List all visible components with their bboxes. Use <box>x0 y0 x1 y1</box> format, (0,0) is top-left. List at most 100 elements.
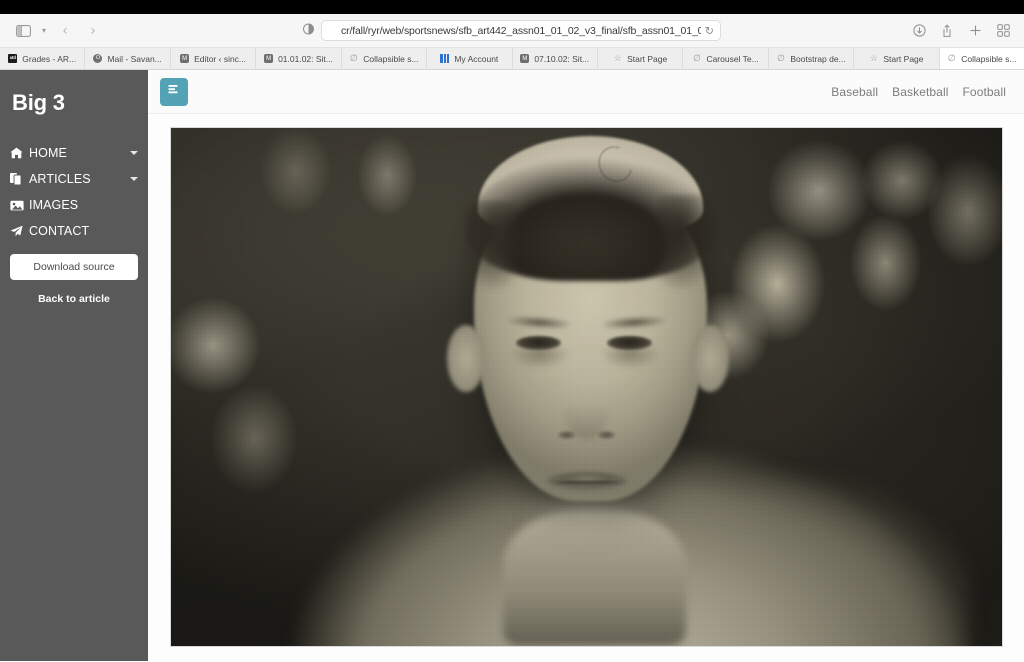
toolbar-right-group <box>910 20 1024 42</box>
tab-label: Collapsible s... <box>363 53 419 64</box>
reader-view-icon[interactable] <box>303 22 314 40</box>
downloads-icon[interactable] <box>910 20 928 42</box>
back-button[interactable]: ‹ <box>52 20 78 42</box>
tab-label: Collapsible s... <box>961 53 1017 64</box>
tab-favicon-icon: ☆ <box>869 53 878 63</box>
chevron-down-icon[interactable] <box>130 177 138 181</box>
photo-nose <box>561 350 612 439</box>
sidebar-toggle-button[interactable] <box>10 20 36 42</box>
tab-label: Grades - AR... <box>22 53 77 64</box>
tab-label: Bootstrap de... <box>790 53 846 64</box>
sidebar-item-contact[interactable]: CONTACT <box>0 218 148 244</box>
photo-nostril-left <box>558 430 575 439</box>
tab-favicon-icon: ☆ <box>613 53 622 63</box>
sidebar-item-label: ARTICLES <box>29 172 91 186</box>
tab-label: Start Page <box>883 53 924 64</box>
tab-label: Carousel Te... <box>706 53 759 64</box>
browser-tab[interactable]: O Mail - Savan... <box>85 48 171 69</box>
tab-label: Mail - Savan... <box>107 53 162 64</box>
site-sidebar: Big 3 HOME ARTICLES IMAGES CONTACT Downl… <box>0 70 148 661</box>
sidebar-collapse-button[interactable] <box>160 77 188 106</box>
tab-favicon-icon <box>440 54 450 63</box>
tab-label: Editor ‹ sinc... <box>194 53 247 64</box>
browser-tab[interactable]: ∅ Collapsible s... <box>939 48 1024 69</box>
photo-eye-left <box>515 336 561 350</box>
download-source-button[interactable]: Download source <box>10 254 138 280</box>
browser-tab[interactable]: ☆ Start Page <box>854 48 940 69</box>
sidebar-item-images[interactable]: IMAGES <box>0 192 148 218</box>
browser-tab[interactable]: M 07.10.02: Sit... <box>512 48 598 69</box>
site-brand: Big 3 <box>12 90 65 115</box>
photo-nostril-right <box>598 430 615 439</box>
photo-ear-left <box>446 324 486 393</box>
photo-ear-right <box>691 324 730 393</box>
topnav-links: Baseball Basketball Football <box>831 85 1006 99</box>
photo-hair-left <box>457 200 516 289</box>
tab-label: 01.01.02: Sit... <box>278 53 333 64</box>
tab-label: 07.10.02: Sit... <box>534 53 590 64</box>
sidebar-item-label: HOME <box>29 146 67 160</box>
hero-image-figure <box>170 127 1003 647</box>
photo-eye-shadow-left <box>511 347 567 369</box>
sidebar-item-label: CONTACT <box>29 224 90 238</box>
url-text: cr/fall/ryr/web/sportsnews/sfb_art442_as… <box>341 24 701 37</box>
forward-button[interactable]: › <box>80 20 106 42</box>
topnav-link-football[interactable]: Football <box>963 85 1007 99</box>
topnav-link-baseball[interactable]: Baseball <box>831 85 878 99</box>
tab-favicon-icon: ∅ <box>776 53 785 63</box>
sidebar-item-articles[interactable]: ARTICLES <box>0 166 148 192</box>
browser-tab[interactable]: ∅ Collapsible s... <box>341 48 428 69</box>
home-icon <box>10 147 25 159</box>
tab-label: Start Page <box>627 53 668 64</box>
list-bars-icon <box>167 83 181 100</box>
paper-plane-icon <box>10 225 25 237</box>
page-viewport: Big 3 HOME ARTICLES IMAGES CONTACT Downl… <box>0 70 1024 661</box>
photo-chin <box>520 500 653 548</box>
browser-toolbar: ▾ ‹ › cr/fall/ryr/web/sportsnews/sfb_art… <box>0 14 1024 48</box>
sidebar-item-label: IMAGES <box>29 198 79 212</box>
chevron-down-icon[interactable] <box>130 151 138 155</box>
tab-favicon-icon: M <box>180 54 190 63</box>
tab-favicon-icon: ∅ <box>349 53 358 63</box>
tab-label: My Account <box>454 53 499 64</box>
vintage-baseball-player-portrait <box>171 128 1002 646</box>
sidebar-nav: HOME ARTICLES IMAGES CONTACT <box>0 140 148 244</box>
browser-tab[interactable]: My Account <box>427 48 513 69</box>
sidebar-actions: Download source Back to article <box>0 254 148 305</box>
browser-chrome: ▾ ‹ › cr/fall/ryr/web/sportsnews/sfb_art… <box>0 0 1024 70</box>
toolbar-left-group: ▾ ‹ › <box>0 20 106 42</box>
new-tab-button[interactable] <box>966 20 984 42</box>
photo-hair-right <box>657 195 716 289</box>
window-titlebar <box>0 0 1024 14</box>
browser-tab[interactable]: ☆ Start Page <box>597 48 684 69</box>
files-icon <box>10 173 25 185</box>
tab-favicon-icon: M <box>520 54 530 63</box>
content-body <box>148 114 1024 661</box>
image-icon <box>10 200 25 211</box>
browser-tab[interactable]: ∅ Carousel Te... <box>683 48 769 69</box>
urlbar-container: cr/fall/ryr/web/sportsnews/sfb_art442_as… <box>0 20 1024 41</box>
tab-favicon-icon: utd <box>8 54 18 63</box>
tab-strip: utd Grades - AR... O Mail - Savan... M Editor… <box>0 48 1024 70</box>
photo-eye-shadow-right <box>603 347 658 369</box>
chevron-down-icon[interactable]: ▾ <box>38 26 50 35</box>
reload-icon[interactable]: ↻ <box>705 24 714 37</box>
browser-tab[interactable]: ∅ Bootstrap de... <box>768 48 855 69</box>
sidebar-item-home[interactable]: HOME <box>0 140 148 166</box>
topnav-link-basketball[interactable]: Basketball <box>892 85 948 99</box>
tab-overview-icon[interactable] <box>994 20 1012 42</box>
tab-favicon-icon: M <box>264 54 274 63</box>
share-icon[interactable] <box>938 20 956 42</box>
content-topnav: Baseball Basketball Football <box>148 70 1024 114</box>
browser-tab[interactable]: M Editor ‹ sinc... <box>170 48 257 69</box>
tab-favicon-icon: ∅ <box>947 53 956 63</box>
tab-favicon-icon: ∅ <box>693 53 701 63</box>
tab-favicon-icon: O <box>93 54 103 63</box>
back-to-article-link[interactable]: Back to article <box>10 293 138 305</box>
address-bar[interactable]: cr/fall/ryr/web/sportsnews/sfb_art442_as… <box>321 20 721 41</box>
photo-mouth-line <box>549 480 625 484</box>
browser-tab[interactable]: M 01.01.02: Sit... <box>256 48 342 69</box>
main-content: Baseball Basketball Football <box>148 70 1024 661</box>
browser-tab[interactable]: utd Grades - AR... <box>0 48 86 69</box>
photo-eye-right <box>607 336 653 350</box>
